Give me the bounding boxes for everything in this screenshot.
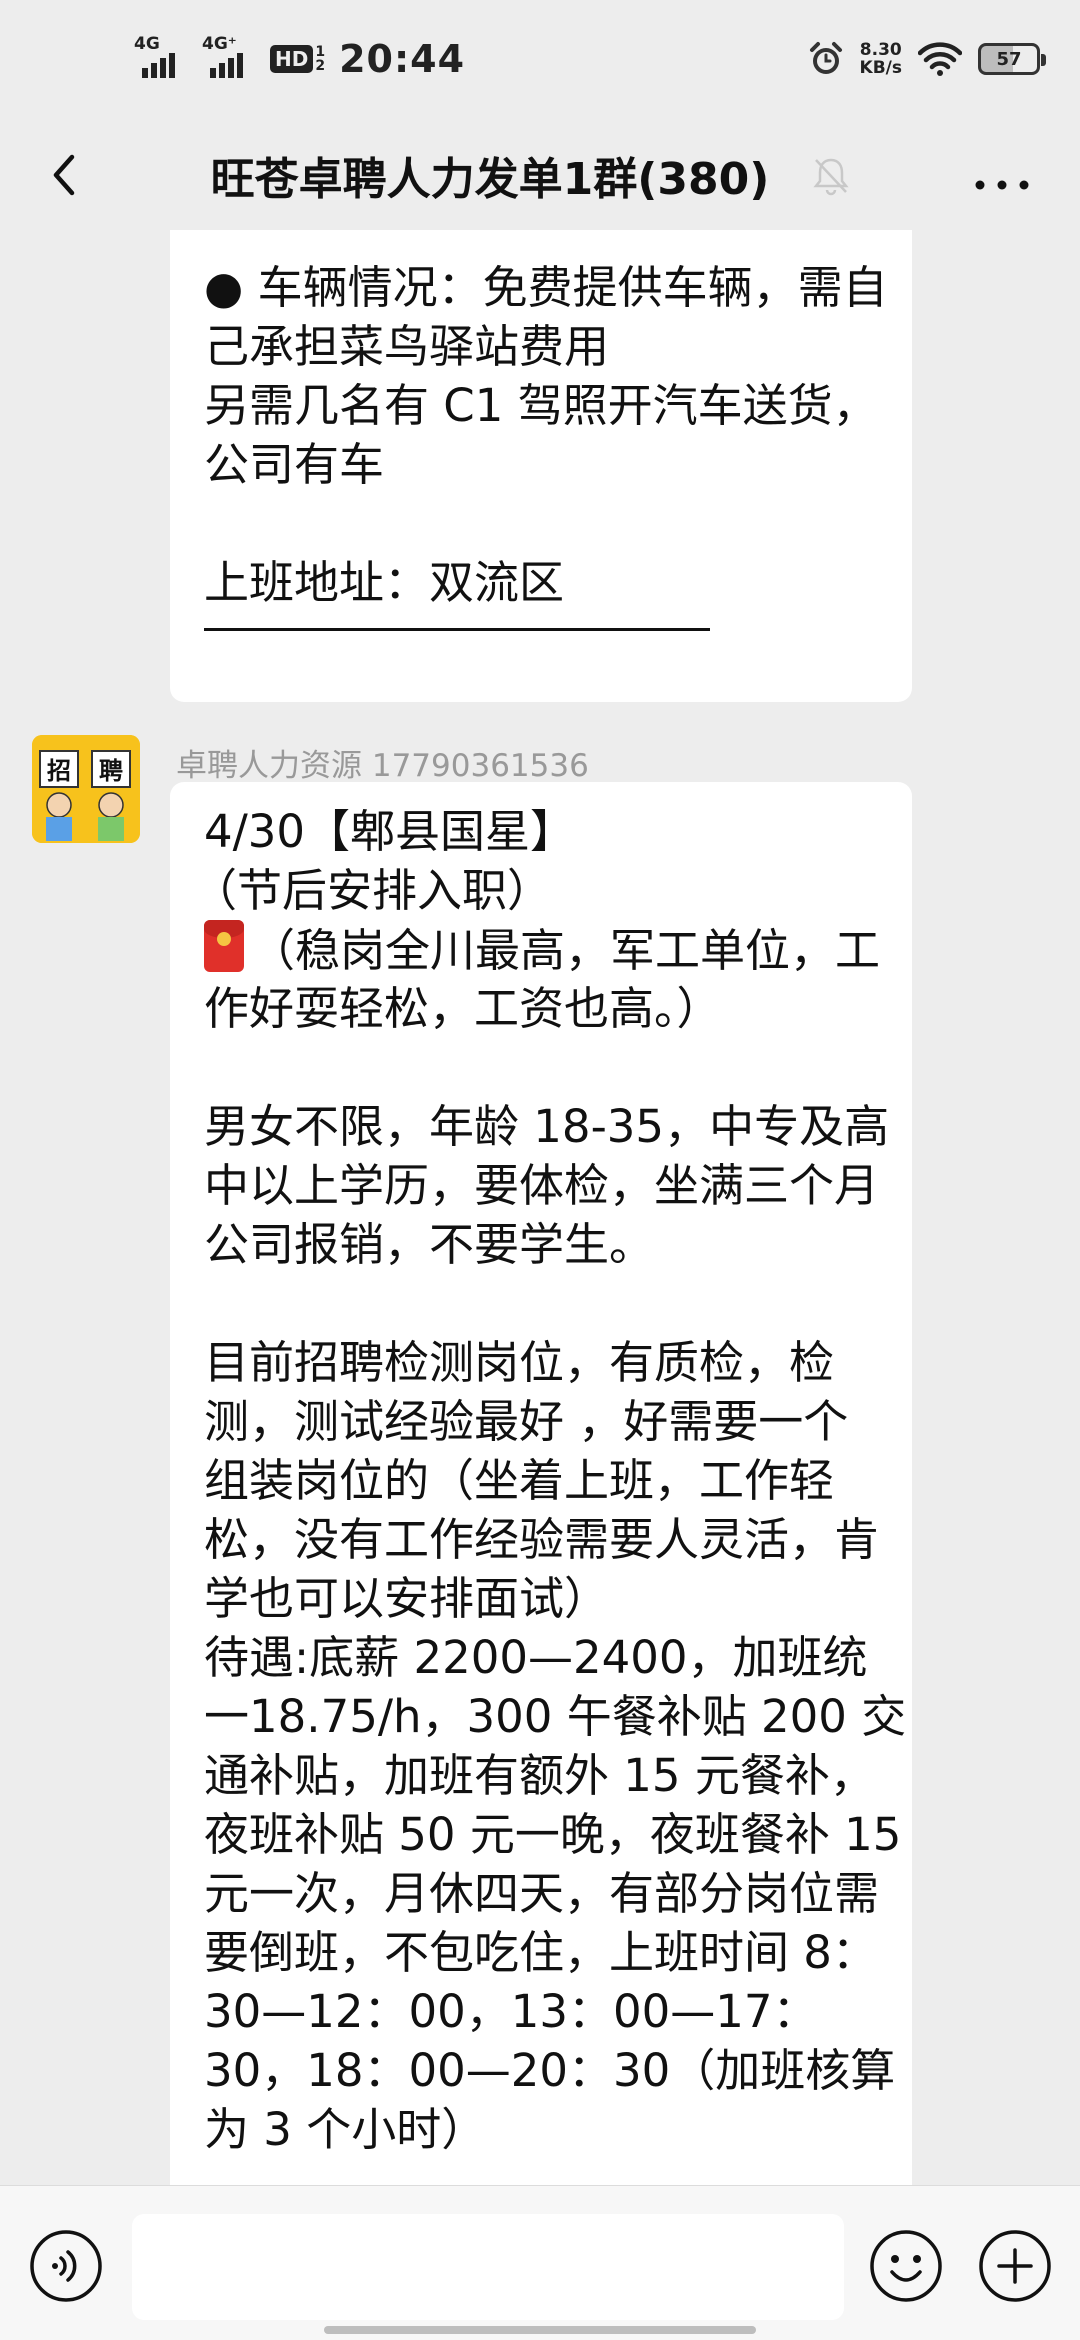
message-line: 测，测试经验最好 ，好需要一个 — [204, 1395, 849, 1448]
avatar-text-right: 聘 — [99, 757, 123, 785]
bell-muted-icon — [813, 158, 849, 196]
message-line: 目前招聘检测岗位，有质检，检 — [204, 1336, 835, 1389]
hd-sub-bottom: 2 — [315, 58, 326, 74]
message-line: 30，18：00—20：30（加班核算 — [204, 2044, 896, 2097]
chat-area[interactable]: ● 车辆情况：免费提供车辆，需自 己承担菜鸟驿站费用 另需几名有 C1 驾照开汽… — [0, 230, 1080, 2185]
message-line: 元一次，月休四天，有部分岗位需 — [204, 1867, 880, 1920]
net-speed-unit: KB/s — [859, 58, 902, 78]
message-line: 公司有车 — [204, 438, 385, 491]
red-envelope-icon — [204, 920, 244, 972]
battery-level: 57 — [996, 48, 1022, 70]
message-line: 要倒班，不包吃住，上班时间 8： — [204, 1926, 877, 1979]
message-line: （节后安排入职） — [192, 864, 553, 917]
message-line-text: （稳岗全川最高，军工单位，工 — [250, 924, 881, 977]
back-button[interactable] — [30, 135, 110, 215]
signal-2-label: 4G⁺ — [202, 34, 237, 54]
message-line: 另需几名有 C1 驾照开汽车送货， — [204, 379, 878, 432]
divider-line — [204, 628, 710, 631]
message-line: 学也可以安排面试） — [204, 1572, 610, 1625]
status-bar: 4G 4G⁺ HD 1 2 20:44 8.30 KB/s 57 — [0, 0, 1080, 120]
sender-name: 卓聘人力资源 17790361536 — [176, 748, 589, 784]
wifi-icon — [918, 42, 962, 76]
status-left: 4G 4G⁺ HD 1 2 20:44 — [134, 34, 465, 84]
input-bar — [0, 2185, 1080, 2340]
status-time: 20:44 — [339, 37, 466, 81]
hd-label: HD — [270, 45, 314, 73]
home-indicator[interactable] — [324, 2326, 756, 2334]
message-bubble[interactable]: ● 车辆情况：免费提供车辆，需自 己承担菜鸟驿站费用 另需几名有 C1 驾照开汽… — [170, 230, 912, 702]
message-line: 上班地址：双流区 — [204, 556, 565, 609]
alarm-clock-icon — [809, 42, 842, 74]
message-line: 为 3 个小时） — [204, 2103, 487, 2156]
voice-icon — [30, 2230, 102, 2302]
hd-sub-top: 1 — [315, 44, 326, 60]
message-line: 公司报销，不要学生。 — [204, 1218, 655, 1271]
message-line: ● 车辆情况：免费提供车辆，需自 — [204, 261, 888, 314]
message-line: 松，没有工作经验需要人灵活，肯 — [204, 1513, 880, 1566]
message-line: 作好耍轻松，工资也高。） — [204, 982, 722, 1035]
chevron-left-icon — [53, 154, 75, 196]
message-line: 中以上学历，要体检，坐满三个月 — [204, 1159, 880, 1212]
net-speed: 8.30 KB/s — [860, 41, 902, 77]
plus-icon — [979, 2230, 1051, 2302]
more-button[interactable] — [962, 145, 1042, 205]
message-line: 男女不限，年龄 18-35，中专及高 — [204, 1100, 890, 1153]
message-line: 夜班补贴 50 元一晚，夜班餐补 15 — [204, 1808, 902, 1861]
message-line: 待遇:底薪 2200—2400，加班统 — [204, 1631, 868, 1684]
message-line: 组装岗位的（坐着上班，工作轻 — [204, 1454, 835, 1507]
signal-1-label: 4G — [134, 34, 160, 54]
voice-button[interactable] — [28, 2228, 104, 2304]
battery-icon: 57 — [978, 43, 1046, 75]
message-line: 一18.75/h，300 午餐补贴 200 交 — [204, 1690, 907, 1743]
recruiting-avatar-image: 招 聘 — [32, 735, 140, 843]
avatar[interactable]: 招 聘 — [32, 735, 140, 843]
chat-title: 旺苍卓聘人力发单1群(380) — [210, 154, 770, 205]
chat-header: 旺苍卓聘人力发单1群(380) — [0, 120, 1080, 230]
signal-1-icon: 4G — [134, 34, 192, 80]
net-speed-value: 8.30 — [859, 40, 902, 60]
message-line: 30—12：00，13：00—17： — [204, 1985, 818, 2038]
message-line: 通补贴，加班有额外 15 元餐补， — [204, 1749, 875, 1802]
status-right: 8.30 KB/s 57 — [808, 34, 1046, 84]
emoji-icon — [870, 2230, 942, 2302]
emoji-button[interactable] — [868, 2228, 944, 2304]
signal-2-icon: 4G⁺ — [202, 34, 260, 80]
plus-button[interactable] — [977, 2228, 1053, 2304]
more-dots-icon — [975, 180, 1029, 190]
message-bubble[interactable]: 4/30【郫县国星】 （节后安排入职） （稳岗全川最高，军工单位，工 作好耍轻松… — [170, 782, 912, 2185]
hd-icon: HD 1 2 — [270, 45, 325, 73]
message-input[interactable] — [132, 2214, 844, 2320]
message-line: （稳岗全川最高，军工单位，工 — [204, 920, 880, 980]
message-line: 4/30【郫县国星】 — [204, 805, 576, 858]
message-line: 己承担菜鸟驿站费用 — [204, 320, 610, 373]
avatar-text-left: 招 — [47, 757, 71, 785]
